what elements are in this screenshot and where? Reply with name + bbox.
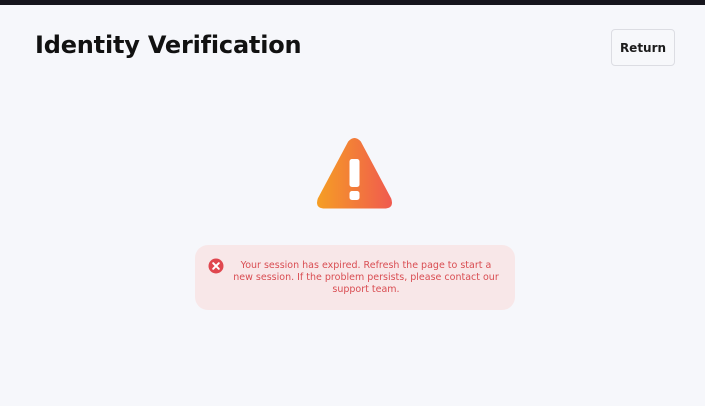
- top-bar: [0, 0, 705, 5]
- error-message: Your session has expired. Refresh the pa…: [233, 260, 499, 295]
- return-button[interactable]: Return: [611, 29, 675, 66]
- page-title: Identity Verification: [35, 31, 302, 59]
- error-alert: Your session has expired. Refresh the pa…: [195, 245, 515, 310]
- warning-triangle-icon: [317, 138, 392, 209]
- error-circle-x-icon: [208, 258, 224, 274]
